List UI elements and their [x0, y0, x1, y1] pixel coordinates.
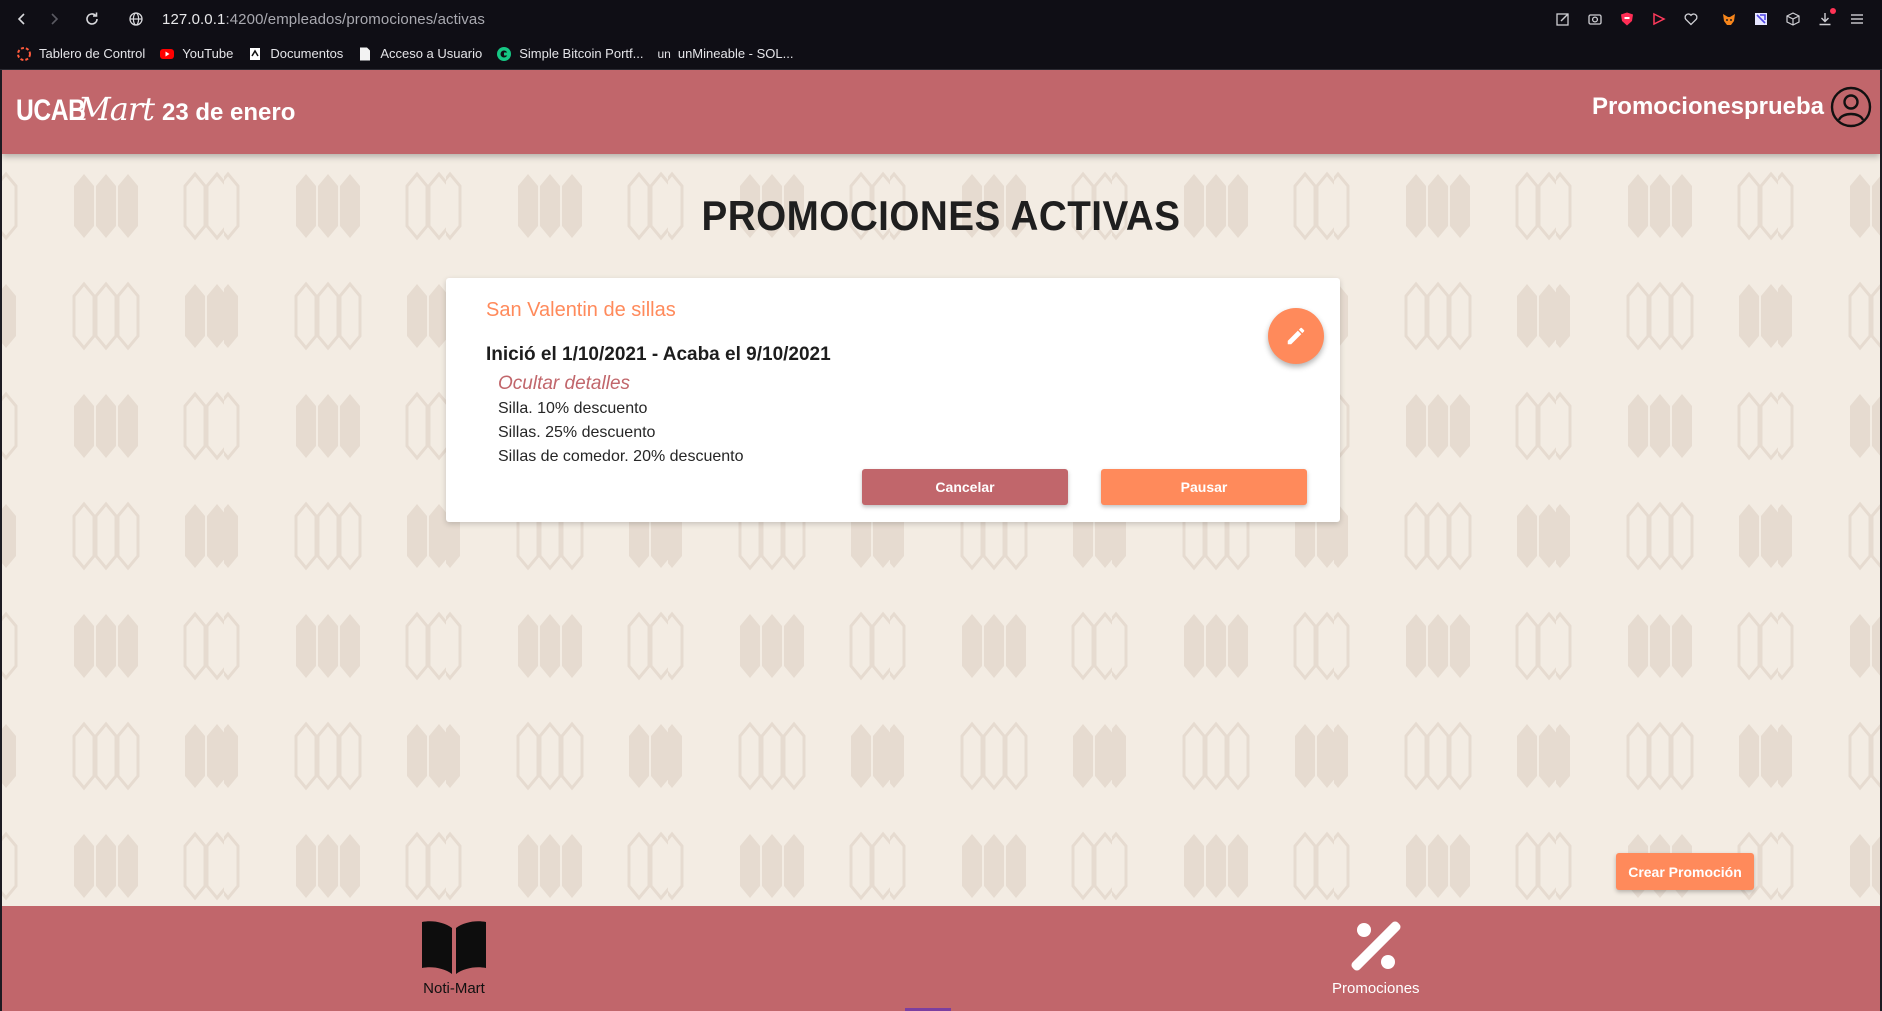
metamask-icon[interactable]	[1718, 8, 1740, 30]
youtube-icon	[159, 46, 175, 62]
brand-logo[interactable]: UCAB Mart 23 de enero	[16, 90, 295, 128]
extensions-bar	[1552, 0, 1868, 38]
bookmark-unmineable[interactable]: un unMineable - SOL...	[657, 46, 793, 62]
pencil-icon	[1287, 327, 1305, 345]
nav-item-noti-mart[interactable]: Noti-Mart	[418, 916, 490, 997]
url-host: 127.0.0.1	[162, 10, 226, 28]
address-bar[interactable]: 127.0.0.1:4200/empleados/promociones/act…	[124, 0, 485, 38]
page-title: PROMOCIONES ACTIVAS	[701, 192, 1181, 239]
app-root: UCAB Mart 23 de enero Promocionesprueba …	[2, 70, 1880, 1011]
bookmark-youtube[interactable]: YouTube	[159, 46, 233, 62]
promotion-dates: Inició el 1/10/2021 - Acaba el 9/10/2021	[486, 344, 831, 365]
bitcoin-icon	[496, 46, 512, 62]
nav-label: Noti-Mart	[423, 980, 485, 997]
bookmark-label: Documentos	[270, 46, 344, 61]
cancel-button[interactable]: Cancelar	[862, 469, 1068, 505]
brand-mart: Mart	[78, 90, 155, 128]
user-menu[interactable]: Promocionesprueba	[1592, 86, 1872, 128]
create-promotion-button[interactable]: Crear Promoción	[1616, 853, 1754, 890]
username: Promocionesprueba	[1591, 93, 1824, 120]
bookmark-acceso[interactable]: Acceso a Usuario	[357, 46, 482, 62]
back-icon[interactable]	[10, 7, 34, 31]
url-text[interactable]: 127.0.0.1:4200/empleados/promociones/act…	[162, 11, 485, 28]
edit-page-icon[interactable]	[1552, 8, 1574, 30]
menu-icon[interactable]	[1846, 8, 1868, 30]
play-icon[interactable]	[1648, 8, 1670, 30]
bookmark-label: Simple Bitcoin Portf...	[519, 46, 644, 61]
book-icon	[422, 921, 486, 974]
bookmark-label: Acceso a Usuario	[380, 46, 483, 61]
browser-toolbar: 127.0.0.1:4200/empleados/promociones/act…	[0, 0, 1882, 38]
shield-icon[interactable]	[1616, 8, 1638, 30]
forward-icon[interactable]	[42, 7, 66, 31]
notification-dot	[1830, 8, 1836, 14]
promotion-item: Silla. 10% descuento	[498, 400, 648, 417]
brand-ucab: UCAB	[16, 94, 86, 127]
pause-button[interactable]: Pausar	[1101, 469, 1307, 505]
reload-icon[interactable]	[80, 7, 104, 31]
promotion-name: San Valentin de sillas	[486, 299, 676, 321]
bookmark-label: YouTube	[182, 46, 234, 61]
bookmark-bitcoin[interactable]: Simple Bitcoin Portf...	[496, 46, 643, 62]
download-icon[interactable]	[1814, 8, 1836, 30]
percent-icon	[1351, 921, 1401, 971]
nav-item-promociones[interactable]: Promociones	[1332, 916, 1420, 997]
bookmark-label: Tablero de Control	[39, 46, 146, 61]
nav-label: Promociones	[1332, 980, 1420, 997]
bookmarks-bar: Tablero de Control YouTube Documentos Ac…	[0, 38, 1882, 70]
heart-icon[interactable]	[1680, 8, 1702, 30]
globe-icon	[124, 7, 148, 31]
cube-icon[interactable]	[1782, 8, 1804, 30]
edit-button[interactable]	[1268, 308, 1324, 364]
file-icon	[357, 46, 373, 62]
spinner-icon	[16, 46, 32, 62]
url-path: :4200/empleados/promociones/activas	[225, 10, 485, 28]
unmineable-icon: un	[657, 46, 671, 61]
toggle-details-link[interactable]: Ocultar detalles	[498, 373, 630, 395]
account-icon[interactable]	[1830, 86, 1872, 128]
bottom-nav: Noti-Mart Promociones	[2, 906, 1880, 1011]
promotion-item: Sillas de comedor. 20% descuento	[498, 448, 744, 465]
bookmark-label: unMineable - SOL...	[677, 46, 794, 61]
app-header: UCAB Mart 23 de enero Promocionesprueba	[2, 70, 1880, 154]
document-icon	[247, 46, 263, 62]
promotion-item: Sillas. 25% descuento	[498, 424, 656, 441]
camera-icon[interactable]	[1584, 8, 1606, 30]
bookmark-tablero[interactable]: Tablero de Control	[16, 46, 145, 62]
cursor-ext-icon[interactable]	[1750, 8, 1772, 30]
bookmark-documentos[interactable]: Documentos	[247, 46, 343, 62]
header-date: 23 de enero	[162, 99, 296, 126]
promotion-card: San Valentin de sillas Inició el 1/10/20…	[446, 278, 1340, 522]
